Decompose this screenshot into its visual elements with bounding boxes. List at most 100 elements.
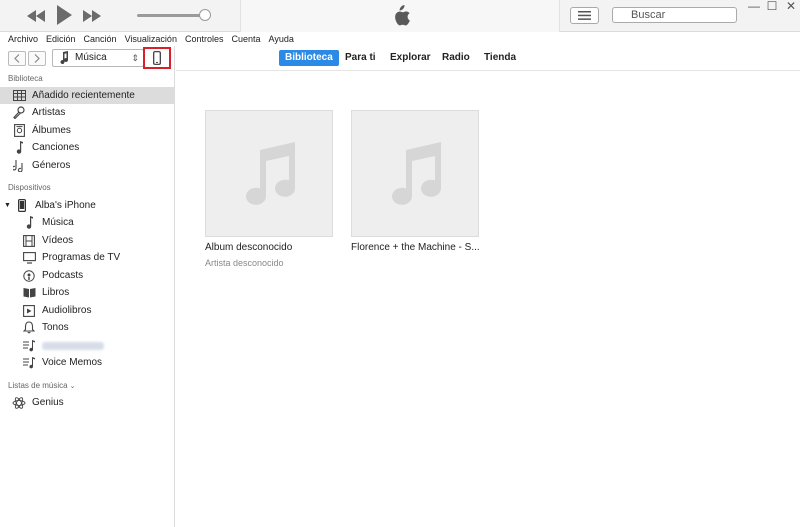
tab-tienda[interactable]: Tienda [478, 50, 522, 66]
device-item-tv-shows[interactable]: Programas de TV [0, 249, 174, 266]
playlists-header[interactable]: Listas de música ⌄ [8, 381, 75, 390]
device-iphone[interactable]: ▼ Alba's iPhone [0, 197, 174, 214]
forward-button[interactable] [83, 8, 101, 24]
play-icon [57, 5, 72, 25]
device-item-playlist-hidden[interactable] [0, 337, 174, 354]
tab-bar: Biblioteca Para ti Explorar Radio Tienda [176, 46, 800, 71]
iphone-icon [15, 199, 29, 213]
tab-para-ti[interactable]: Para ti [339, 50, 382, 66]
album-artist[interactable]: Artista desconocido [205, 258, 333, 268]
note-icon [59, 51, 69, 70]
menu-archivo[interactable]: Archivo [8, 32, 38, 46]
menu-bar: Archivo Edición Canción Visualización Co… [0, 32, 800, 46]
tab-radio[interactable]: Radio [436, 50, 476, 66]
podcast-icon [22, 269, 36, 283]
forward-nav-button[interactable] [28, 51, 46, 66]
sidebar-item-label: Géneros [32, 160, 71, 171]
blurred-playlist-name [42, 341, 104, 350]
sidebar-item-label: Audiolibros [42, 305, 92, 316]
bell-icon [22, 321, 36, 335]
tab-explorar[interactable]: Explorar [384, 50, 437, 66]
list-icon [578, 11, 591, 20]
album-title[interactable]: Álbum desconocido [205, 242, 333, 253]
playlist-icon [22, 339, 36, 353]
playlist-icon [22, 356, 36, 370]
media-type-select[interactable]: Música ⇕ [52, 49, 144, 67]
volume-slider[interactable] [137, 14, 207, 17]
sidebar-item-label: Programas de TV [42, 252, 121, 263]
book-icon [22, 286, 36, 300]
grid-icon [12, 89, 26, 103]
device-item-books[interactable]: Libros [0, 284, 174, 301]
album-artwork-placeholder[interactable] [205, 110, 333, 237]
chevron-left-icon [14, 54, 20, 63]
audiobook-icon [22, 304, 36, 318]
sidebar-item-label: Podcasts [42, 270, 84, 281]
sidebar-item-label: Álbumes [32, 125, 71, 136]
rewind-button[interactable] [27, 8, 45, 24]
album-title[interactable]: Florence + the Machine - S... [351, 242, 479, 253]
minimize-button[interactable]: — [746, 0, 762, 14]
play-button[interactable] [55, 5, 73, 25]
sidebar-item-label: Voice Memos [42, 357, 103, 368]
list-view-button[interactable] [570, 7, 599, 24]
tab-biblioteca[interactable]: Biblioteca [279, 50, 339, 66]
fast-forward-icon [83, 10, 101, 22]
sidebar-item-artists[interactable]: Artistas [0, 104, 174, 121]
playlists-header-label: Listas de música [8, 381, 68, 390]
device-item-audiobooks[interactable]: Audiolibros [0, 302, 174, 319]
album-artwork-placeholder[interactable] [351, 110, 479, 237]
sidebar-item-label: Artistas [32, 107, 66, 118]
album-icon [12, 124, 26, 138]
device-item-tones[interactable]: Tonos [0, 319, 174, 336]
sidebar-item-genius[interactable]: Genius [0, 394, 174, 411]
sidebar: Música ⇕ Biblioteca Añadido recientement… [0, 46, 175, 527]
rewind-icon [27, 10, 45, 22]
chevron-down-icon: ⌄ [69, 382, 76, 390]
search-input[interactable]: Buscar [612, 7, 737, 23]
updown-icon: ⇕ [131, 53, 139, 63]
navigation-row: Música ⇕ [0, 46, 175, 72]
maximize-button[interactable]: ☐ [764, 0, 780, 14]
note-icon [22, 216, 36, 230]
menu-edicion[interactable]: Edición [46, 32, 76, 46]
chevron-right-icon [34, 54, 40, 63]
sidebar-item-label: Tonos [42, 322, 69, 333]
film-icon [22, 234, 36, 248]
album-card[interactable]: Florence + the Machine - S... [351, 110, 479, 258]
menu-cuenta[interactable]: Cuenta [231, 32, 260, 46]
device-item-voice-memos[interactable]: Voice Memos [0, 354, 174, 371]
music-note-icon [246, 141, 296, 205]
sidebar-item-label: Libros [42, 287, 70, 298]
device-name: Alba's iPhone [34, 200, 96, 211]
device-button[interactable] [143, 47, 171, 69]
device-item-videos[interactable]: Vídeos [0, 232, 174, 249]
device-item-podcasts[interactable]: Podcasts [0, 267, 174, 284]
title-bar: Buscar — ☐ ✕ [0, 0, 800, 32]
menu-ayuda[interactable]: Ayuda [269, 32, 294, 46]
sidebar-item-label: Música [42, 217, 74, 228]
library-header: Biblioteca [8, 74, 43, 83]
genres-icon [12, 159, 26, 173]
sidebar-item-label: Vídeos [42, 235, 74, 246]
album-card[interactable]: Álbum desconocido Artista desconocido [205, 110, 333, 268]
disclosure-triangle-icon[interactable]: ▼ [4, 202, 11, 209]
sidebar-item-songs[interactable]: Canciones [0, 139, 174, 156]
menu-controles[interactable]: Controles [185, 32, 224, 46]
apple-logo-icon [391, 5, 411, 30]
media-type-value: Música [75, 52, 107, 63]
volume-knob[interactable] [199, 9, 211, 21]
sidebar-item-albums[interactable]: Álbumes [0, 122, 174, 139]
music-note-icon [392, 141, 442, 205]
sidebar-item-label: Genius [32, 397, 64, 408]
menu-visualizacion[interactable]: Visualización [125, 32, 177, 46]
sidebar-item-genres[interactable]: Géneros [0, 157, 174, 174]
device-item-music[interactable]: Música [0, 214, 174, 231]
microphone-icon [12, 106, 26, 120]
now-playing-display [240, 0, 560, 32]
note-icon [12, 141, 26, 155]
back-button[interactable] [8, 51, 26, 66]
sidebar-item-recently-added[interactable]: Añadido recientemente [0, 87, 174, 104]
menu-cancion[interactable]: Canción [84, 32, 117, 46]
close-button[interactable]: ✕ [783, 0, 799, 14]
